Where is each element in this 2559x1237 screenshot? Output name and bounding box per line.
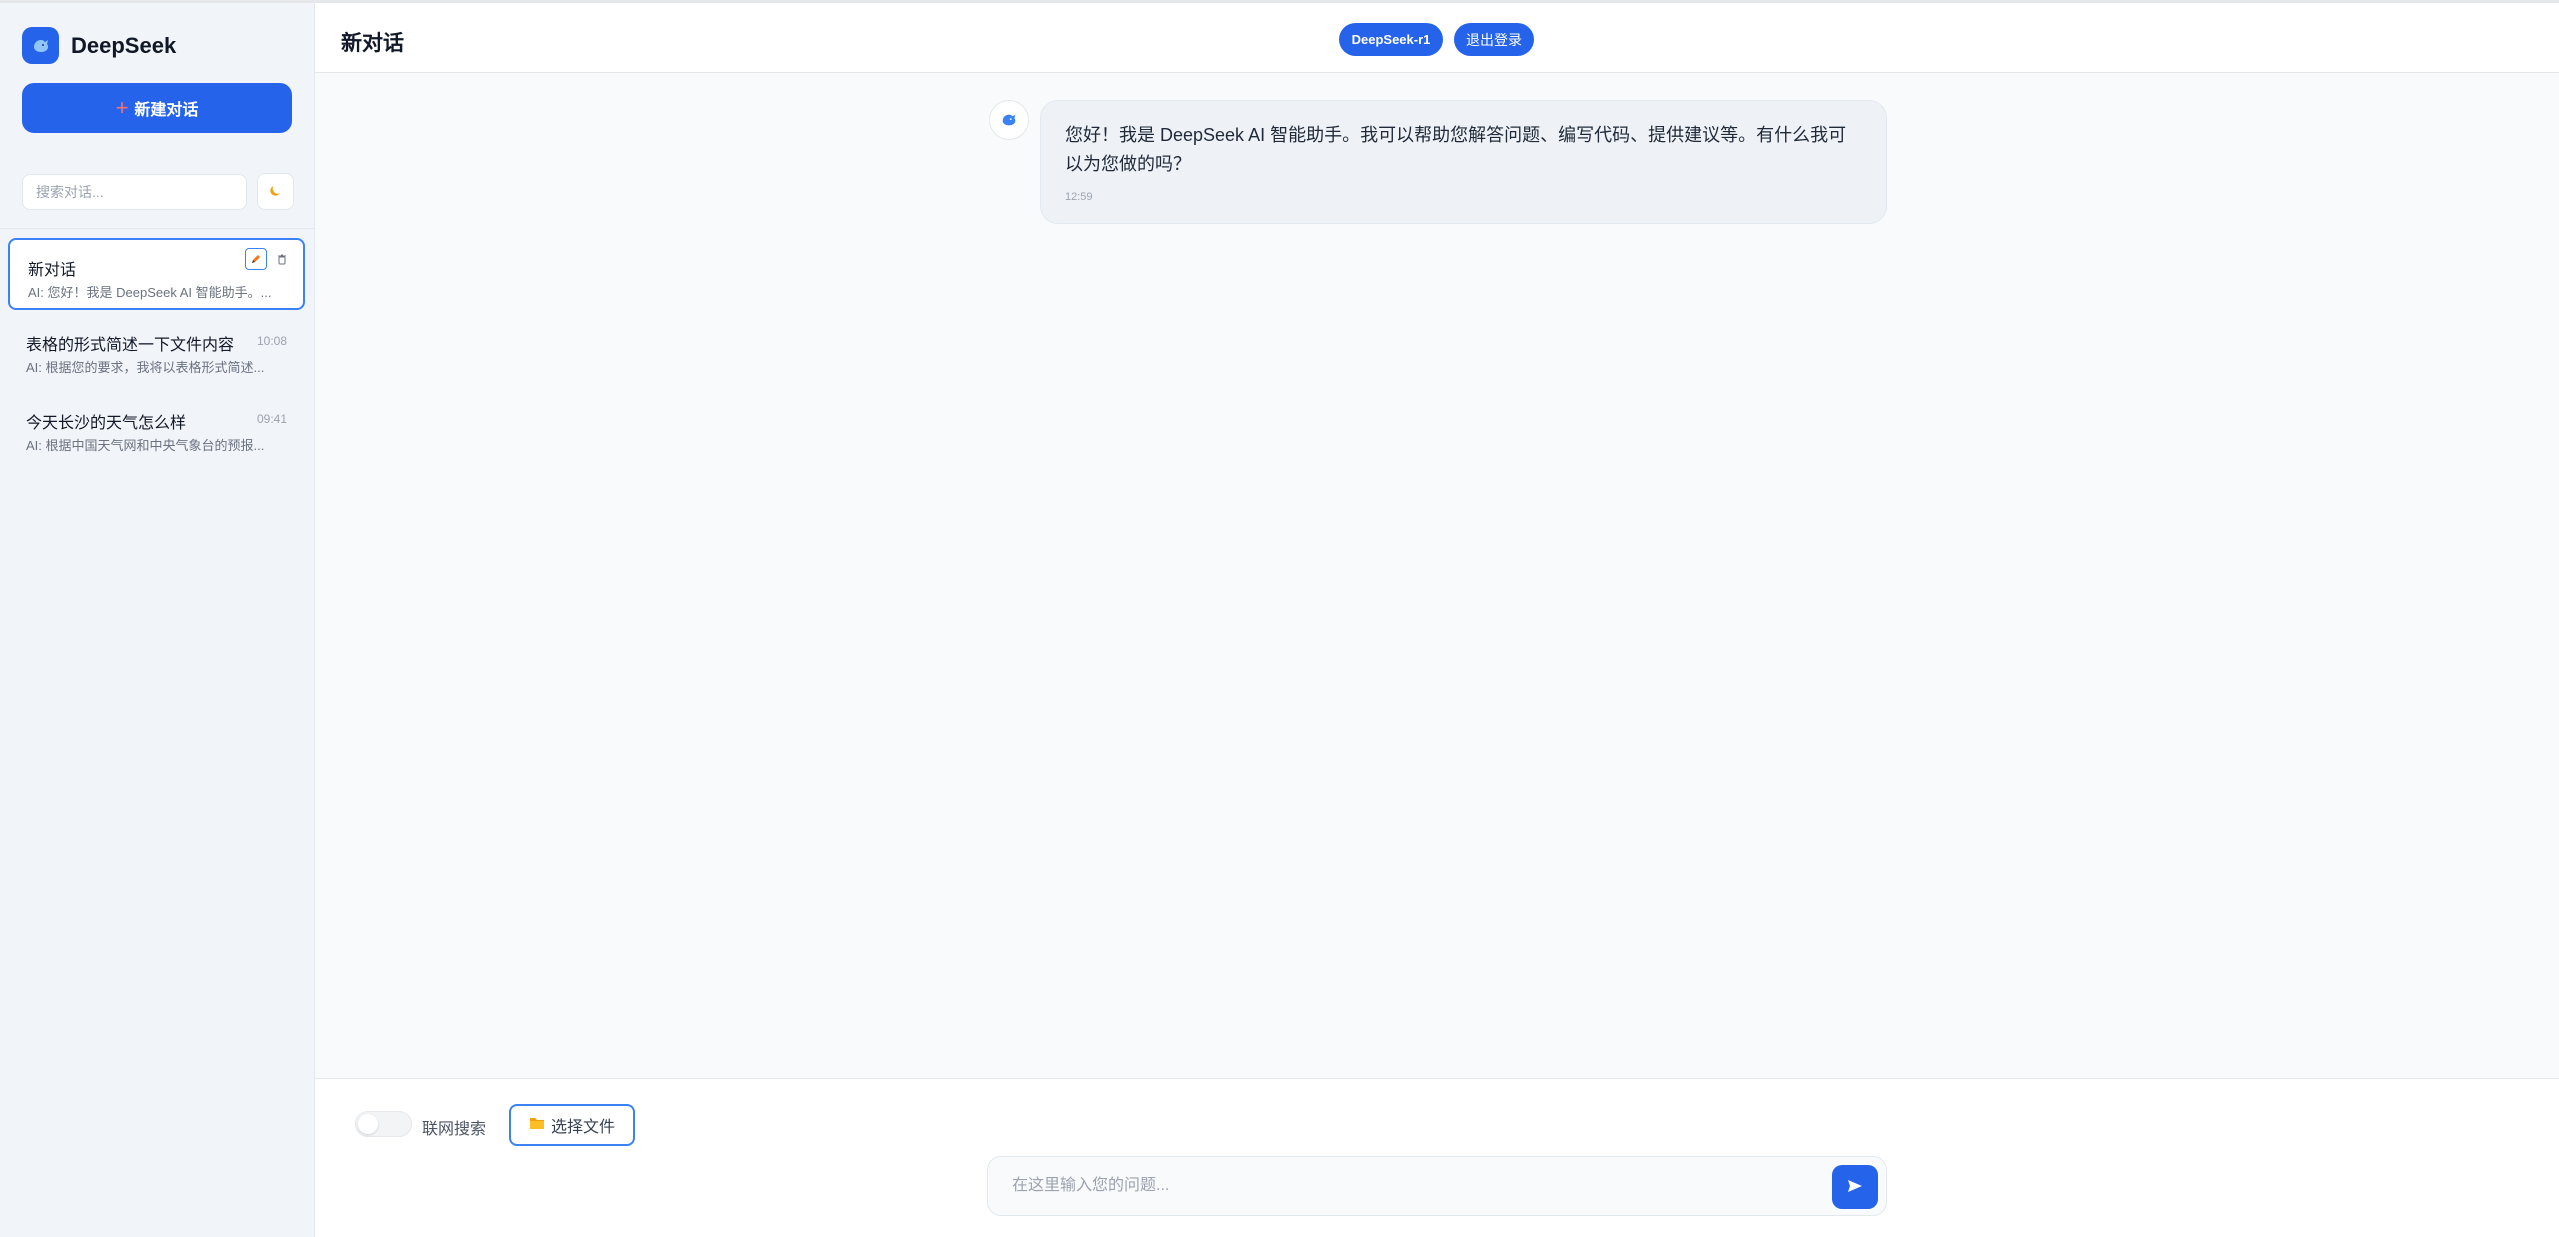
search-input[interactable]	[22, 173, 247, 210]
conversation-actions	[241, 248, 293, 270]
conversation-preview: AI: 根据您的要求，我将以表格形式简述...	[26, 360, 265, 375]
message-text: 您好！我是 DeepSeek AI 智能助手。我可以帮助您解答问题、编写代码、提…	[1065, 125, 1847, 174]
message-bubble: 您好！我是 DeepSeek AI 智能助手。我可以帮助您解答问题、编写代码、提…	[1040, 100, 1887, 224]
web-search-toggle[interactable]	[355, 1111, 412, 1137]
conversation-item[interactable]: 表格的形式简述一下文件内容 10:08 AI: 根据您的要求，我将以表格形式简述…	[8, 315, 305, 387]
composer: 联网搜索 选择文件	[315, 1078, 2559, 1237]
select-file-button[interactable]: 选择文件	[509, 1104, 635, 1146]
toggle-knob	[358, 1114, 378, 1134]
sidebar-divider	[0, 228, 314, 229]
conversation-preview: AI: 您好！我是 DeepSeek AI 智能助手。...	[28, 285, 272, 300]
whale-icon	[22, 27, 59, 64]
conversation-item[interactable]: 今天长沙的天气怎么样 09:41 AI: 根据中国天气网和中央气象台的预报...	[8, 393, 305, 465]
moon-icon	[269, 183, 283, 200]
search-row	[22, 173, 294, 210]
model-selector-button[interactable]: DeepSeek-r1	[1339, 23, 1443, 56]
conversation-title: 新对话	[28, 262, 77, 279]
brand: DeepSeek	[22, 27, 176, 64]
conversation-preview: AI: 根据中国天气网和中央气象台的预报...	[26, 438, 265, 453]
top-bar: 新对话 DeepSeek-r1 退出登录	[315, 0, 2559, 73]
conversation-time: 10:08	[256, 334, 287, 348]
logout-button[interactable]: 退出登录	[1454, 23, 1534, 56]
bot-avatar-icon	[989, 100, 1029, 140]
app-name: DeepSeek	[71, 32, 177, 58]
send-icon	[1846, 1177, 1864, 1198]
web-search-label: 联网搜索	[422, 1121, 487, 1138]
send-button[interactable]	[1832, 1165, 1878, 1209]
theme-toggle-button[interactable]	[257, 173, 294, 210]
chat-input-wrapper	[987, 1156, 1887, 1216]
new-chat-button[interactable]: + 新建对话	[22, 83, 292, 133]
edit-icon[interactable]	[245, 248, 267, 270]
trash-icon[interactable]	[271, 248, 293, 270]
plus-icon: +	[115, 95, 129, 120]
conversation-title: 表格的形式简述一下文件内容	[26, 337, 235, 354]
sidebar: DeepSeek + 新建对话 新对话 AI: 您好！我是 DeepSeek A…	[0, 0, 315, 1237]
conversation-title: 今天长沙的天气怎么样	[26, 415, 187, 432]
message-time: 12:59	[1065, 191, 1093, 203]
select-file-label: 选择文件	[550, 1119, 615, 1136]
chat-input[interactable]	[988, 1157, 1828, 1215]
conversation-item[interactable]: 新对话 AI: 您好！我是 DeepSeek AI 智能助手。...	[8, 238, 305, 310]
new-chat-label: 新建对话	[134, 102, 199, 119]
folder-icon	[529, 1116, 545, 1135]
conversation-time: 09:41	[256, 412, 287, 426]
page-title: 新对话	[341, 32, 404, 55]
